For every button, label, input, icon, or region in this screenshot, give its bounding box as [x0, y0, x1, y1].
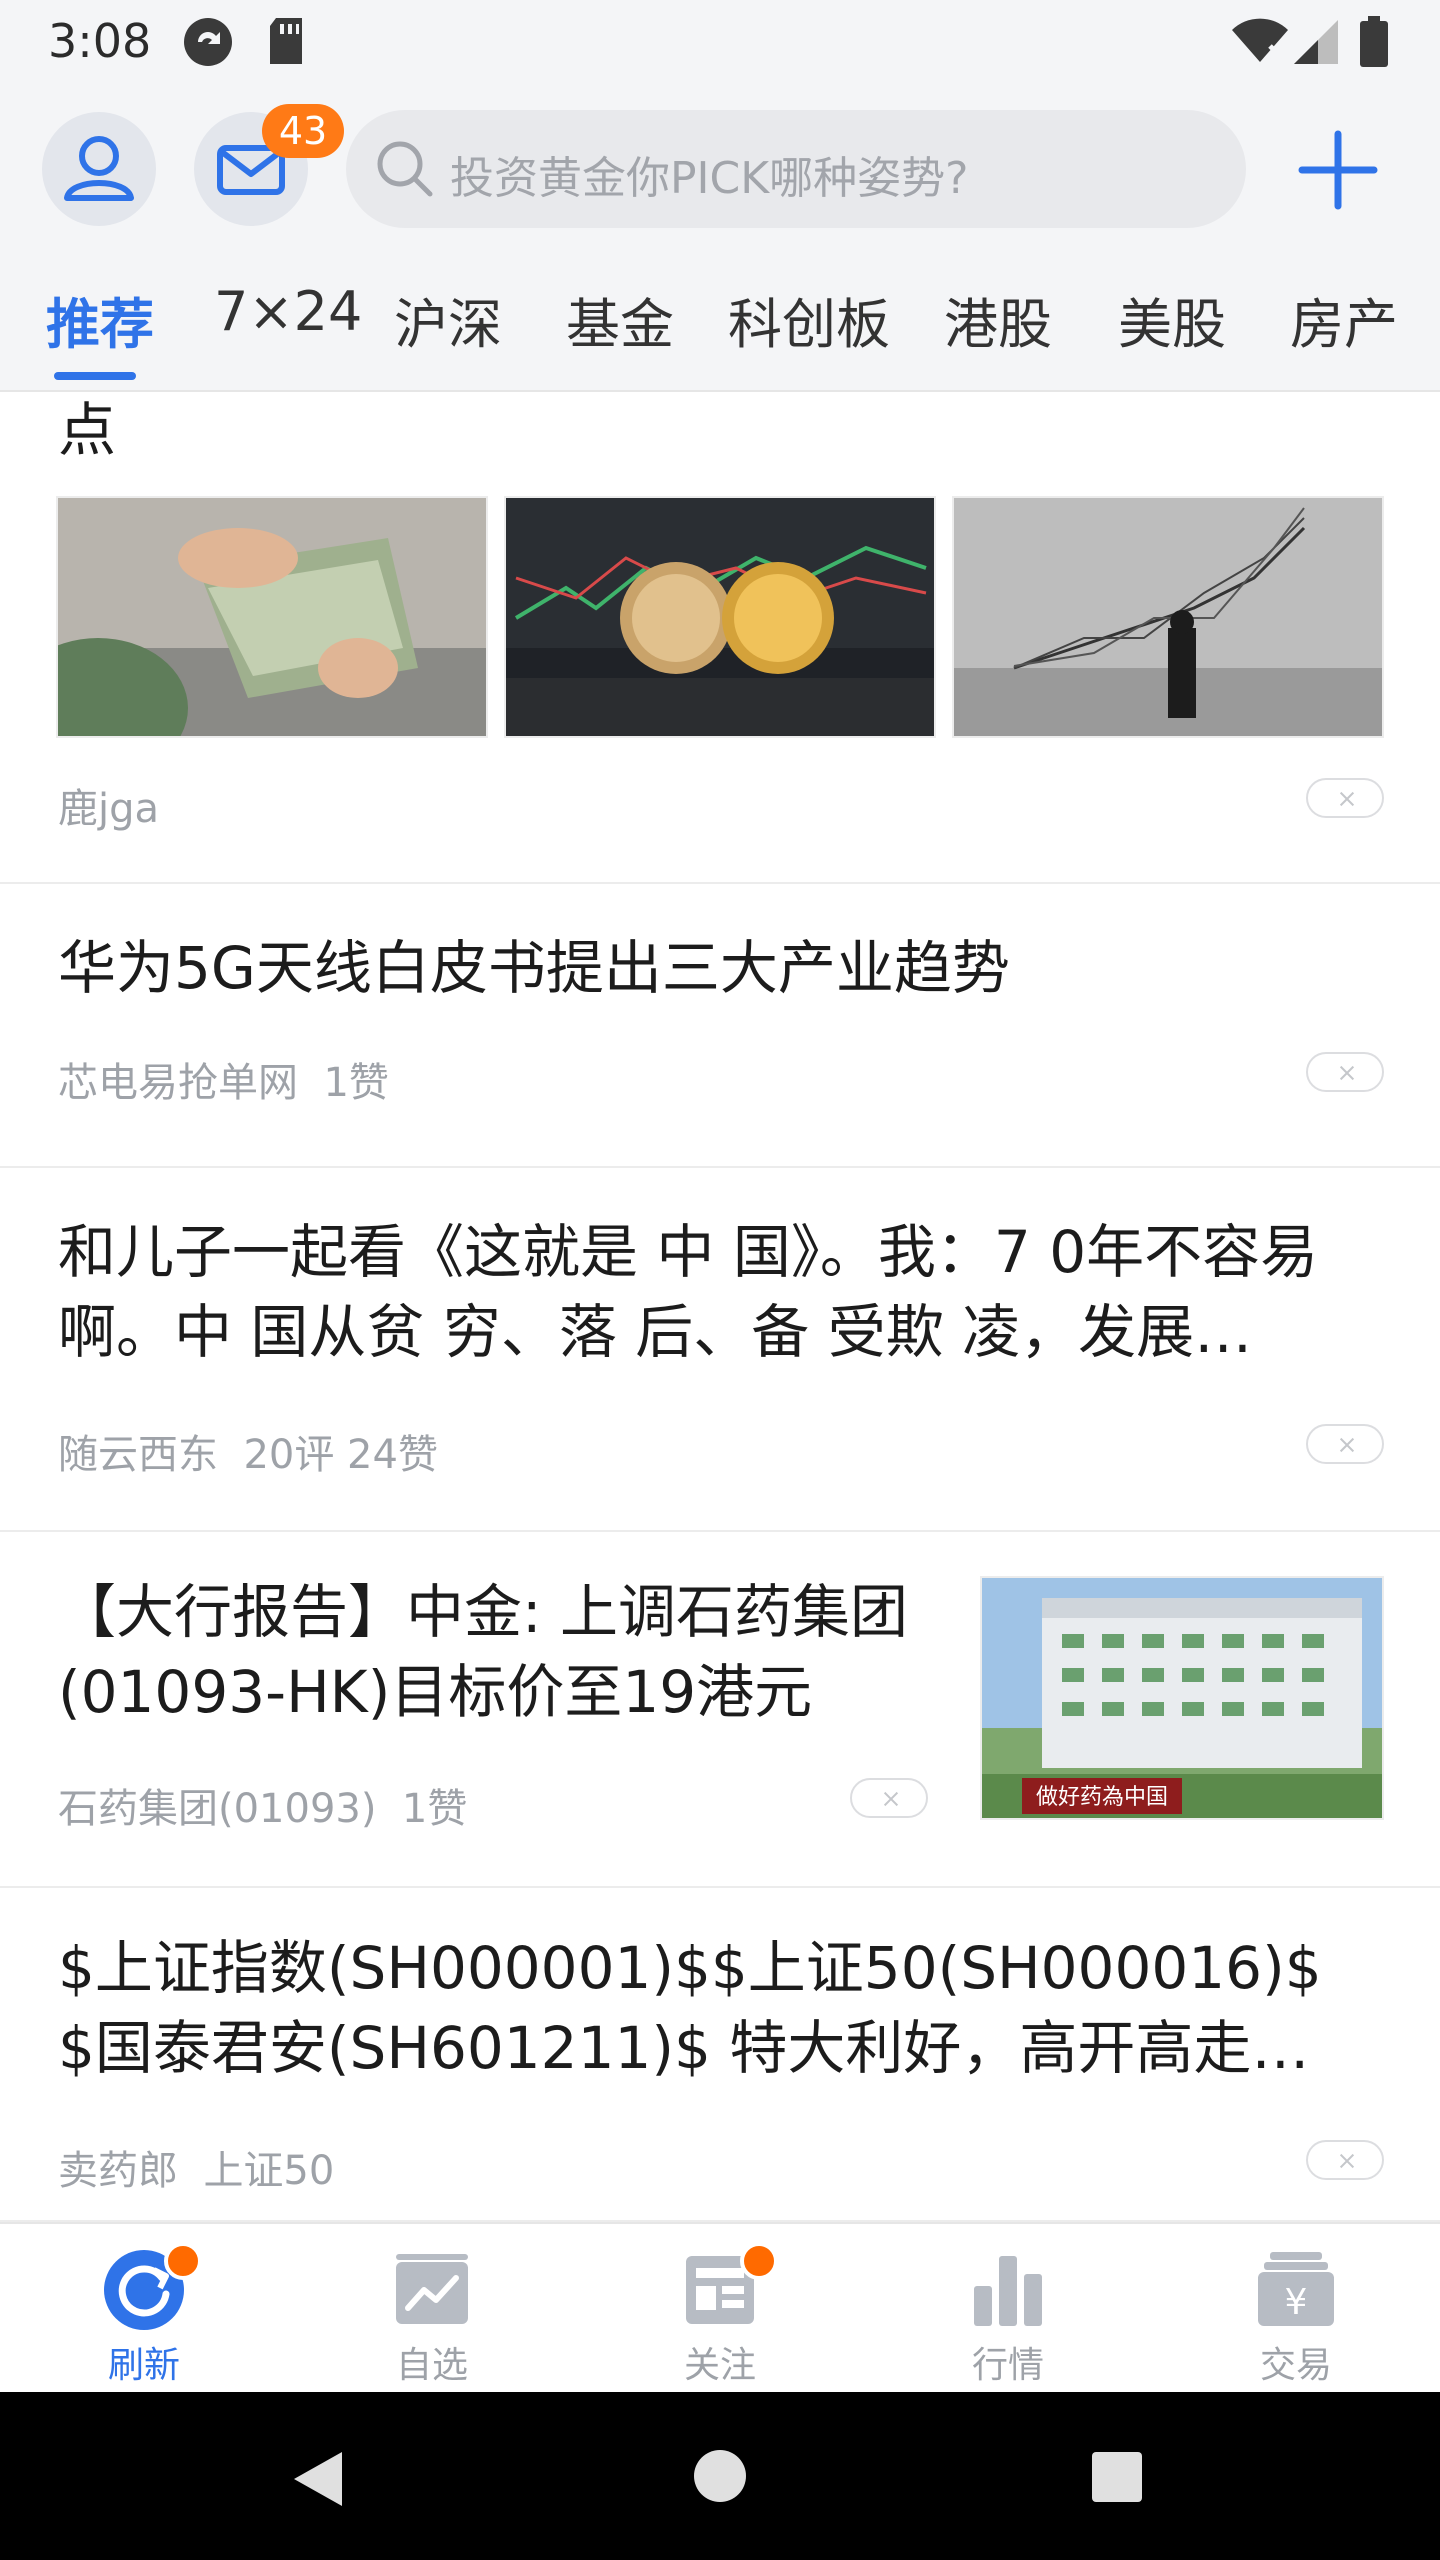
nav-label: 行情	[971, 2345, 1044, 2386]
tab-7x24[interactable]: 7×24	[214, 280, 362, 343]
bottom-nav: 刷新 自选 关注 行情 ¥ 交易	[0, 2222, 1440, 2392]
battery-icon	[1360, 16, 1388, 67]
nav-follow[interactable]: 关注	[576, 2224, 864, 2394]
article-author: 卖药郎	[58, 2148, 178, 2194]
sync-status-icon	[184, 18, 232, 66]
tab-recommend[interactable]: 推荐	[46, 280, 154, 359]
tab-hushen[interactable]: 沪深	[394, 280, 502, 359]
tab-us-stocks[interactable]: 美股	[1118, 280, 1226, 359]
active-tab-indicator	[54, 372, 136, 380]
header: 43 投资黄金你PICK哪种姿势?	[0, 84, 1440, 252]
tab-star-market[interactable]: 科创板	[728, 280, 890, 359]
unread-badge: 43	[262, 104, 344, 158]
list-item[interactable]: 华为5G天线白皮书提出三大产业趋势 芯电易抢单网 1赞	[0, 884, 1440, 1168]
sign-text: 做好药為中国	[1036, 1785, 1168, 1810]
article-image	[56, 496, 488, 738]
add-icon[interactable]	[1296, 128, 1380, 212]
back-icon[interactable]	[290, 2448, 346, 2510]
notification-dot	[740, 2242, 778, 2280]
search-icon	[377, 141, 433, 197]
nav-label: 交易	[1259, 2345, 1332, 2386]
article-author: 芯电易抢单网	[58, 1060, 298, 1106]
list-item[interactable]: 和儿子一起看《这就是 中 国》。我：7 0年不容易啊。中 国从贫 穷、落 后、备…	[0, 1168, 1440, 1532]
article-stats: 1赞	[323, 1060, 389, 1106]
list-item[interactable]: $上证指数(SH000001)$$上证50(SH000016)$ $国泰君安(S…	[0, 1888, 1440, 2222]
article-meta: 卖药郎 上证50	[58, 2138, 334, 2196]
signal-icon	[1294, 20, 1338, 64]
home-icon[interactable]	[692, 2448, 748, 2504]
article-stats: 20评 24赞	[243, 1432, 438, 1478]
article-title: 点	[58, 396, 117, 464]
dismiss-button[interactable]	[1306, 2140, 1384, 2180]
article-author: 鹿jga	[58, 786, 160, 832]
article-image	[952, 496, 1384, 738]
article-meta: 石药集团(01093) 1赞	[58, 1776, 467, 1834]
nav-watchlist[interactable]: 自选	[288, 2224, 576, 2394]
sd-card-icon	[270, 18, 302, 64]
nav-label: 自选	[395, 2345, 468, 2386]
dismiss-button[interactable]	[1306, 778, 1384, 818]
article-image	[504, 496, 936, 738]
article-image: 做好药為中国	[980, 1576, 1384, 1820]
nav-label: 关注	[683, 2345, 756, 2386]
article-author: 芯电易抢单网 1赞	[58, 1050, 389, 1108]
list-item[interactable]: 【大行报告】中金: 上调石药集团(01093-HK)目标价至19港元 石药集团(…	[0, 1532, 1440, 1888]
nav-market[interactable]: 行情	[864, 2224, 1152, 2394]
search-bar[interactable]: 投资黄金你PICK哪种姿势?	[346, 110, 1246, 228]
trade-icon: ¥	[1258, 2252, 1334, 2326]
dismiss-button[interactable]	[850, 1778, 928, 1818]
recents-icon[interactable]	[1090, 2450, 1144, 2504]
article-title: 【大行报告】中金: 上调石药集团(01093-HK)目标价至19港元	[58, 1578, 908, 1726]
system-navigation-bar	[0, 2392, 1440, 2560]
article-stats: 1赞	[401, 1786, 468, 1832]
status-bar: 3:08	[0, 0, 1440, 84]
dismiss-button[interactable]	[1306, 1052, 1384, 1092]
channel-tabs: 推荐 7×24 沪深 基金 科创板 港股 美股 房产	[0, 252, 1440, 392]
profile-button[interactable]	[42, 112, 156, 226]
article-title: 和儿子一起看《这就是 中 国》。我：7 0年不容易啊。中 国从贫 穷、落 后、备…	[58, 1218, 1319, 1366]
tab-fund[interactable]: 基金	[566, 280, 674, 359]
svg-text:¥: ¥	[1285, 2282, 1308, 2323]
notification-dot	[164, 2242, 202, 2280]
watchlist-icon	[396, 2254, 468, 2324]
user-icon	[64, 136, 134, 201]
wifi-icon	[1232, 18, 1288, 63]
search-placeholder: 投资黄金你PICK哪种姿势?	[450, 153, 969, 204]
tab-real-estate[interactable]: 房产	[1290, 280, 1398, 359]
bar-chart-icon	[974, 2256, 1042, 2326]
dismiss-button[interactable]	[1306, 1424, 1384, 1464]
article-title: $上证指数(SH000001)$$上证50(SH000016)$ $国泰君安(S…	[58, 1934, 1322, 2082]
article-title: 华为5G天线白皮书提出三大产业趋势	[58, 934, 1010, 1002]
news-feed[interactable]: 点 鹿jga 华为5G天线白皮书提出三大产业趋势 芯电易抢单网 1赞 和儿子一起…	[0, 392, 1440, 2222]
article-stats: 上证50	[203, 2148, 335, 2194]
status-time: 3:08	[48, 14, 152, 68]
list-item[interactable]: 点 鹿jga	[0, 392, 1440, 884]
article-meta: 随云西东 20评 24赞	[58, 1422, 438, 1480]
article-author: 石药集团(01093)	[58, 1786, 377, 1832]
tab-hk-stocks[interactable]: 港股	[944, 280, 1052, 359]
nav-trade[interactable]: ¥ 交易	[1152, 2224, 1440, 2394]
nav-label: 刷新	[107, 2345, 180, 2386]
article-author: 随云西东	[58, 1432, 218, 1478]
nav-refresh[interactable]: 刷新	[0, 2224, 288, 2394]
